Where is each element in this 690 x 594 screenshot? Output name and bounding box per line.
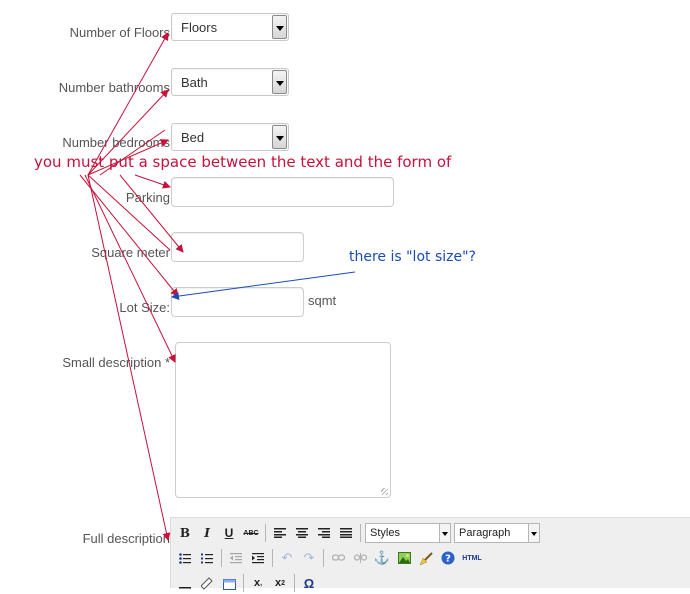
horizontal-rule-icon[interactable] (175, 573, 195, 593)
numbered-list-icon[interactable] (197, 548, 217, 568)
bedrooms-select-value: Bed (181, 130, 205, 145)
table-icon[interactable] (219, 573, 239, 593)
chevron-down-icon (272, 125, 287, 149)
italic-icon[interactable]: I (197, 523, 217, 543)
square-meter-label: Square meter (91, 245, 170, 260)
toolbar-separator (221, 549, 222, 567)
strikethrough-icon[interactable]: ABC (241, 523, 261, 543)
help-icon[interactable]: ? (438, 548, 458, 568)
floors-select[interactable]: Floors (171, 13, 289, 41)
bathrooms-select[interactable]: Bath (171, 68, 289, 96)
link-icon[interactable] (328, 548, 348, 568)
lot-size-label: Lot Size: (119, 300, 170, 315)
subscript-icon[interactable]: x, (248, 573, 268, 593)
toolbar-row-1: B I U ABC Styles Paragraph (175, 522, 543, 544)
format-select[interactable]: Paragraph (454, 523, 540, 543)
indent-icon[interactable] (248, 548, 268, 568)
format-select-value: Paragraph (459, 527, 511, 539)
outdent-icon[interactable] (226, 548, 246, 568)
toolbar-separator (265, 524, 266, 542)
resize-handle-icon[interactable] (381, 488, 388, 495)
small-description-label: Small description * (62, 355, 170, 370)
floors-select-value: Floors (181, 20, 218, 35)
toolbar-separator (323, 549, 324, 567)
superscript-icon[interactable]: x2 (270, 573, 290, 593)
toolbar-separator (360, 524, 361, 542)
eraser-icon[interactable] (197, 573, 217, 593)
svg-text:?: ? (445, 554, 451, 565)
image-icon[interactable] (394, 548, 414, 568)
chevron-down-icon (272, 15, 287, 39)
align-justify-icon[interactable] (336, 523, 356, 543)
chevron-down-icon (439, 524, 450, 542)
full-description-label: Full description (82, 531, 170, 546)
cleanup-icon[interactable] (416, 548, 436, 568)
parking-label: Parking (125, 190, 170, 205)
special-char-icon[interactable]: Ω (299, 573, 319, 593)
toolbar-separator (272, 549, 273, 567)
small-description-text: Small description (62, 355, 162, 370)
chevron-down-icon (272, 70, 287, 94)
toolbar-row-2: ↶ ↷ ⚓ ? HTML (175, 547, 486, 569)
toolbar-row-3: x, x2 Ω (175, 572, 321, 594)
annotation-red-note: you must put a space between the text an… (34, 153, 452, 171)
required-mark: * (164, 355, 170, 370)
arrow-lotsize (87, 174, 171, 251)
full-description-editor: B I U ABC Styles Paragraph ↶ ↷ ⚓ ? HTML … (170, 517, 690, 592)
styles-select-value: Styles (370, 527, 400, 539)
chevron-down-icon (528, 524, 539, 542)
bathrooms-select-value: Bath (181, 75, 208, 90)
styles-select[interactable]: Styles (365, 523, 451, 543)
floors-label: Number of Floors (69, 25, 170, 40)
html-icon[interactable]: HTML (460, 548, 484, 568)
align-right-icon[interactable] (314, 523, 334, 543)
bold-icon[interactable]: B (175, 523, 195, 543)
bedrooms-label: Number bedrooms (62, 135, 170, 150)
toolbar-separator (294, 574, 295, 592)
undo-icon[interactable]: ↶ (277, 548, 297, 568)
annotation-blue-note: there is "lot size"? (349, 249, 476, 265)
lot-size-unit: sqmt (308, 293, 337, 308)
underline-icon[interactable]: U (219, 523, 239, 543)
anchor-icon[interactable]: ⚓ (372, 548, 392, 568)
bathrooms-label: Number bathrooms (58, 80, 170, 95)
square-meter-input[interactable] (171, 232, 304, 262)
toolbar-separator (243, 574, 244, 592)
lot-size-input[interactable] (171, 287, 304, 317)
unlink-icon[interactable] (350, 548, 370, 568)
small-description-textarea[interactable] (175, 342, 391, 498)
align-center-icon[interactable] (292, 523, 312, 543)
redo-icon[interactable]: ↷ (299, 548, 319, 568)
bullet-list-icon[interactable] (175, 548, 195, 568)
align-left-icon[interactable] (270, 523, 290, 543)
bedrooms-select[interactable]: Bed (171, 123, 289, 151)
parking-input[interactable] (171, 177, 394, 207)
arrow-parking (134, 174, 171, 189)
